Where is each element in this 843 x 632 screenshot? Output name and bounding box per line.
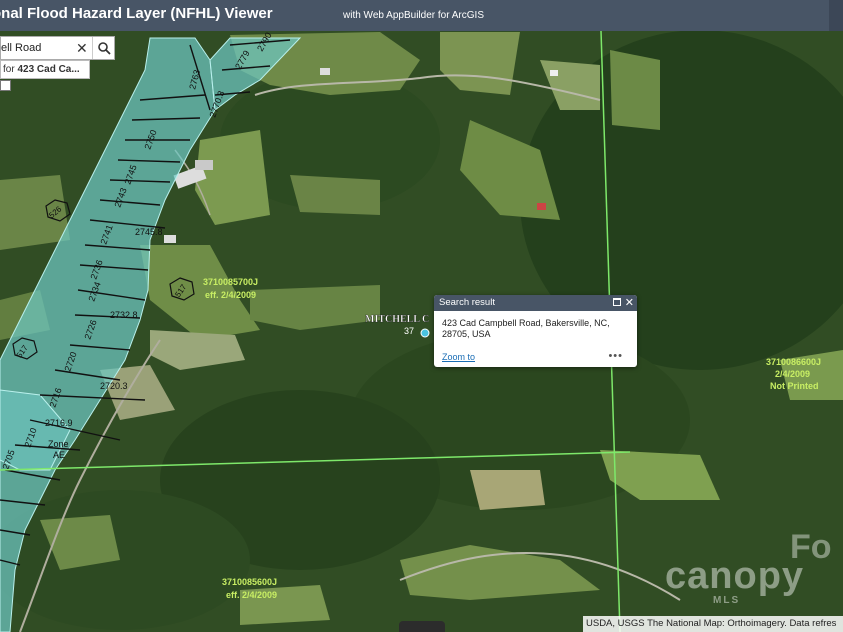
watermark-sub: MLS bbox=[713, 595, 741, 606]
search-suggestion[interactable]: for 423 Cad Ca... bbox=[0, 60, 90, 79]
map-canvas[interactable]: 2750 2745 2743 2741 2736 2734 2726 2720 … bbox=[0, 0, 843, 632]
close-icon[interactable]: ✕ bbox=[625, 295, 634, 311]
suggestion-match: 423 Cad Ca... bbox=[17, 64, 80, 75]
popup-address: 423 Cad Campbell Road, Bakersville, NC, … bbox=[442, 318, 610, 339]
svg-text:2732.8: 2732.8 bbox=[110, 310, 138, 320]
suggestion-prefix: for bbox=[3, 64, 18, 75]
svg-text:3710085600J: 3710085600J bbox=[222, 577, 277, 587]
svg-text:2716.9: 2716.9 bbox=[45, 418, 73, 428]
bottom-panel-tab[interactable] bbox=[399, 621, 445, 632]
search-input[interactable] bbox=[1, 37, 75, 59]
layer-checkbox[interactable] bbox=[0, 80, 11, 91]
zoom-to-link[interactable]: Zoom to bbox=[442, 352, 475, 362]
svg-text:eff. 2/4/2009: eff. 2/4/2009 bbox=[205, 290, 256, 300]
app-header: onal Flood Hazard Layer (NFHL) Viewer wi… bbox=[0, 0, 843, 31]
canopy-watermark: canopy MLS bbox=[665, 555, 805, 606]
svg-text:Not Printed: Not Printed bbox=[770, 381, 819, 391]
popup-header: Search result ✕ bbox=[434, 295, 637, 311]
clear-icon[interactable]: ✕ bbox=[76, 40, 88, 57]
watermark-text: canopy bbox=[665, 555, 805, 597]
svg-text:2720.3: 2720.3 bbox=[100, 381, 128, 391]
svg-text:3710086600J: 3710086600J bbox=[766, 357, 821, 367]
more-options-icon[interactable]: ••• bbox=[608, 350, 623, 362]
svg-text:AE: AE bbox=[53, 450, 65, 460]
search-widget: ✕ bbox=[0, 36, 115, 60]
search-button[interactable] bbox=[92, 37, 116, 59]
aerial-imagery: 2750 2745 2743 2741 2736 2734 2726 2720 … bbox=[0, 0, 843, 632]
svg-text:3710085700J: 3710085700J bbox=[203, 277, 258, 287]
search-result-popup: Search result ✕ 423 Cad Campbell Road, B… bbox=[434, 295, 637, 367]
maximize-icon[interactable] bbox=[613, 298, 621, 306]
svg-text:Zone: Zone bbox=[48, 439, 69, 449]
svg-text:2745.8: 2745.8 bbox=[135, 227, 163, 237]
svg-text:MITCHELL C: MITCHELL C bbox=[365, 314, 429, 325]
svg-text:eff. 2/4/2009: eff. 2/4/2009 bbox=[226, 590, 277, 600]
search-icon bbox=[98, 41, 111, 55]
header-menu-button[interactable] bbox=[829, 0, 843, 31]
popup-title: Search result bbox=[439, 297, 495, 308]
svg-text:2/4/2009: 2/4/2009 bbox=[775, 369, 810, 379]
app-subtitle: with Web AppBuilder for ArcGIS bbox=[343, 10, 484, 21]
svg-text:37: 37 bbox=[404, 326, 414, 336]
map-attribution: USDA, USGS The National Map: Orthoimager… bbox=[583, 616, 843, 632]
app-title: onal Flood Hazard Layer (NFHL) Viewer bbox=[0, 5, 273, 22]
